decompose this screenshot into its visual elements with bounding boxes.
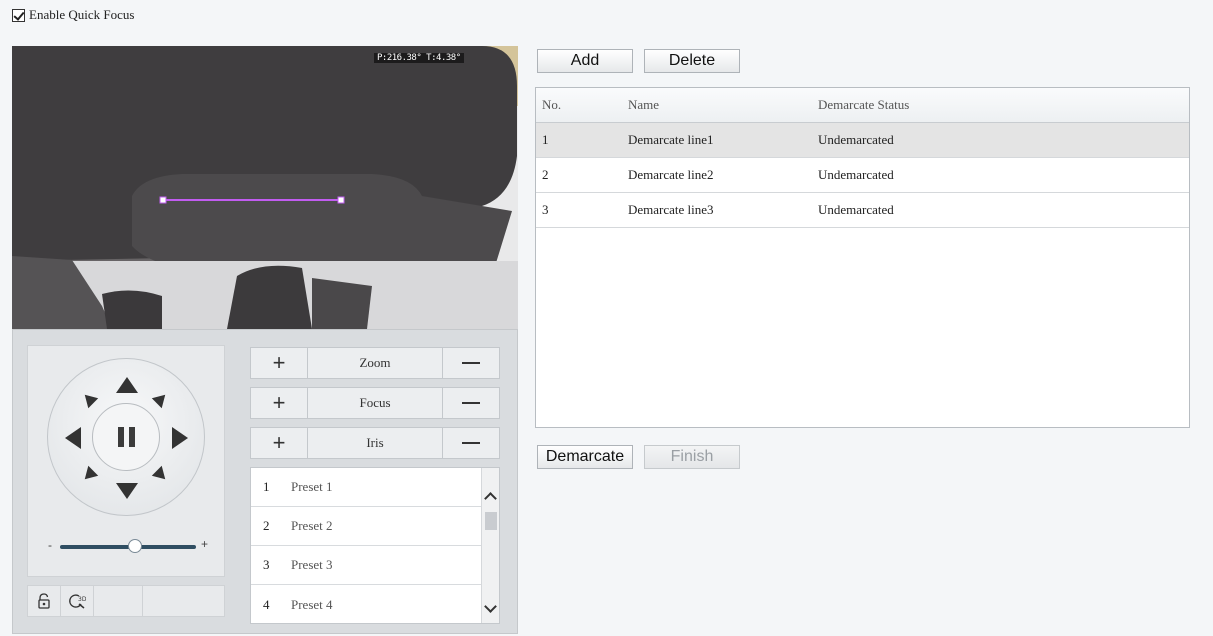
demarcate-line-overlay[interactable] <box>12 46 518 329</box>
direction-panel: - + <box>27 345 225 577</box>
quick-focus-label: Enable Quick Focus <box>29 7 135 22</box>
direction-pad <box>47 358 205 516</box>
quick-focus-checkbox[interactable] <box>12 8 25 22</box>
preset-list: 1 Preset 1 2 Preset 2 3 Preset 3 4 Prese… <box>250 467 500 624</box>
row-number: 3 <box>542 202 549 217</box>
iris-label: Iris <box>308 427 442 459</box>
zoom-in-button[interactable]: + <box>250 347 308 379</box>
speed-slider-thumb[interactable] <box>127 539 142 553</box>
pan-left-arrow-icon[interactable] <box>65 427 81 449</box>
zoom-label: Zoom <box>308 347 442 379</box>
focus-label: Focus <box>308 387 442 419</box>
line-endpoint-handle[interactable] <box>337 196 345 204</box>
ptz-toolbar: 3D <box>27 585 225 617</box>
chevron-down-icon[interactable] <box>484 600 497 613</box>
toolbar-blank-button[interactable] <box>94 586 143 616</box>
zoom-control: + Zoom <box>250 347 500 379</box>
preset-name: Preset 3 <box>291 557 333 572</box>
pan-up-arrow-icon[interactable] <box>116 377 138 393</box>
ptz-control-panel: - + 3D + Zoom + Focus + Iris 1 Preset 1 … <box>12 329 518 634</box>
preset-item[interactable]: 1 Preset 1 <box>251 468 483 507</box>
row-name: Demarcate line3 <box>628 202 714 217</box>
demarcate-button[interactable]: Demarcate <box>537 445 633 469</box>
minus-icon <box>462 362 480 364</box>
pan-down-arrow-icon[interactable] <box>116 483 138 499</box>
row-number: 1 <box>542 132 549 147</box>
minus-icon <box>462 442 480 444</box>
svg-text:3D: 3D <box>78 596 86 603</box>
preset-item[interactable]: 4 Preset 4 <box>251 585 483 624</box>
toolbar-blank-button[interactable] <box>143 586 192 616</box>
preset-name: Preset 2 <box>291 518 333 533</box>
iris-open-button[interactable]: + <box>250 427 308 459</box>
speed-min-label: - <box>48 538 52 552</box>
row-status: Undemarcated <box>818 132 894 147</box>
iris-control: + Iris <box>250 427 500 459</box>
preset-number: 3 <box>263 557 270 572</box>
row-name: Demarcate line1 <box>628 132 714 147</box>
live-video-view[interactable]: P:216.38° T:4.38° <box>12 46 518 329</box>
focus-control: + Focus <box>250 387 500 419</box>
preset-item[interactable]: 3 Preset 3 <box>251 546 483 585</box>
table-row[interactable]: 1 Demarcate line1 Undemarcated <box>536 123 1189 158</box>
row-status: Undemarcated <box>818 202 894 217</box>
finish-button[interactable]: Finish <box>644 445 740 469</box>
minus-icon <box>462 402 480 404</box>
line-endpoint-handle[interactable] <box>159 196 167 204</box>
pan-right-arrow-icon[interactable] <box>172 427 188 449</box>
pause-icon <box>117 427 135 447</box>
table-header: No. Name Demarcate Status <box>536 88 1189 123</box>
preset-number: 2 <box>263 518 270 533</box>
pan-up-right-arrow-icon[interactable] <box>151 389 171 409</box>
scrollbar-thumb[interactable] <box>485 512 497 530</box>
pan-up-left-arrow-icon[interactable] <box>79 389 99 409</box>
table-row[interactable]: 3 Demarcate line3 Undemarcated <box>536 193 1189 228</box>
row-name: Demarcate line2 <box>628 167 714 182</box>
column-header-name: Name <box>628 97 660 112</box>
delete-button[interactable]: Delete <box>644 49 740 73</box>
lock-button[interactable] <box>28 586 61 616</box>
focus-near-button[interactable]: + <box>250 387 308 419</box>
chevron-up-icon[interactable] <box>484 492 497 505</box>
preset-number: 4 <box>263 596 270 612</box>
table-row[interactable]: 2 Demarcate line2 Undemarcated <box>536 158 1189 193</box>
3d-positioning-icon: 3D <box>69 594 86 609</box>
preset-item[interactable]: 2 Preset 2 <box>251 507 483 546</box>
focus-far-button[interactable] <box>442 387 500 419</box>
preset-number: 1 <box>263 479 270 494</box>
zoom-out-button[interactable] <box>442 347 500 379</box>
quick-focus-toggle[interactable]: Enable Quick Focus <box>12 6 134 24</box>
add-button[interactable]: Add <box>537 49 633 73</box>
pause-button[interactable] <box>92 403 160 471</box>
demarcate-table: No. Name Demarcate Status 1 Demarcate li… <box>535 87 1190 428</box>
iris-close-button[interactable] <box>442 427 500 459</box>
pan-down-left-arrow-icon[interactable] <box>79 465 99 485</box>
speed-max-label: + <box>200 537 208 551</box>
preset-name: Preset 1 <box>291 479 333 494</box>
preset-name: Preset 4 <box>291 596 333 612</box>
pan-down-right-arrow-icon[interactable] <box>151 465 171 485</box>
row-number: 2 <box>542 167 549 182</box>
row-status: Undemarcated <box>818 167 894 182</box>
column-header-no: No. <box>542 97 562 112</box>
preset-scrollbar[interactable] <box>481 468 499 623</box>
speed-slider[interactable]: - + <box>48 537 208 554</box>
column-header-status: Demarcate Status <box>818 97 910 112</box>
lock-icon <box>38 593 50 609</box>
3d-positioning-button[interactable]: 3D <box>61 586 94 616</box>
